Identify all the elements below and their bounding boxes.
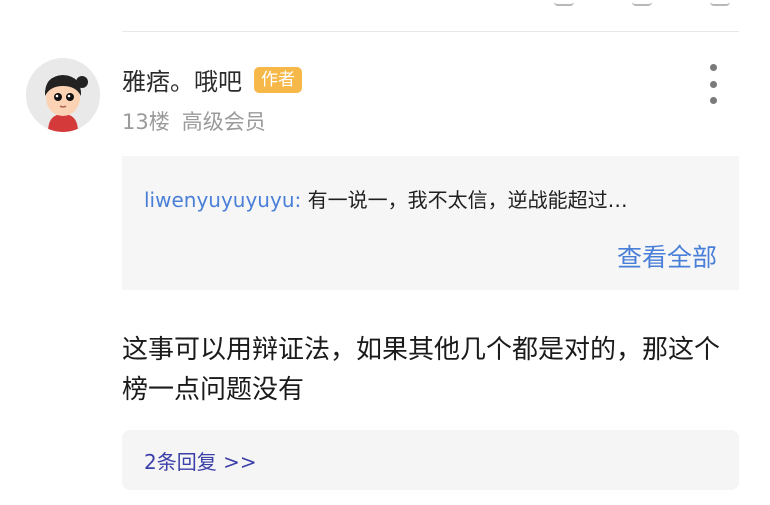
more-options-icon[interactable] [700,64,726,104]
dot [709,97,717,104]
replies-link[interactable]: 2条回复 >> [144,446,257,475]
top-icons [554,0,730,6]
username[interactable]: 雅痞。哦吧 [122,62,242,97]
meta-row: 13楼 高级会员 [122,106,266,136]
comment-icon[interactable] [632,0,652,6]
divider [122,31,739,32]
quoted-comment[interactable]: liwenyuyuyuyu: 有一说一，我不太信，逆战能超过… 查看全部 [122,156,739,290]
like-icon[interactable] [710,0,730,6]
quoted-text: 有一说一，我不太信，逆战能超过… [307,188,628,212]
dot [709,80,717,88]
top-toolbar-partial [0,0,770,30]
avatar[interactable] [26,58,100,132]
quote-line: liwenyuyuyuyu: 有一说一，我不太信，逆战能超过… [144,184,724,213]
share-icon[interactable] [554,0,574,6]
comment-body: 这事可以用辩证法，如果其他几个都是对的，那这个榜一点问题没有 [122,335,721,405]
dot [709,64,717,71]
author-badge: 作者 [254,66,302,93]
member-level: 高级会员 [181,110,266,134]
floor-number: 13楼 [122,110,170,134]
view-all-link[interactable]: 查看全部 [617,238,717,274]
username-row: 雅痞。哦吧 作者 [122,62,302,97]
cartoon-avatar-icon [26,58,100,132]
replies-box[interactable]: 2条回复 >> [122,430,739,490]
quoted-username[interactable]: liwenyuyuyuyu: [144,188,301,212]
